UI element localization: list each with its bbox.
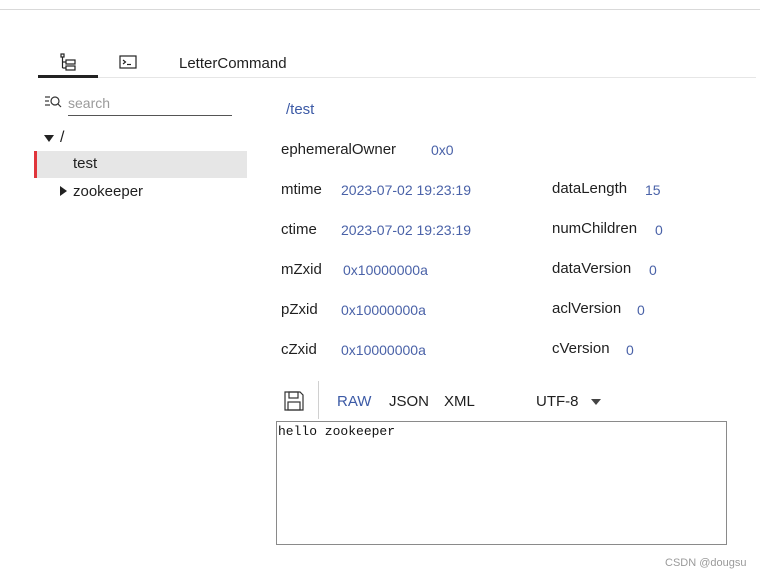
stat-value-data-version: 0 <box>649 262 657 278</box>
stat-label-mtime: mtime <box>281 181 322 198</box>
search-icon <box>45 96 62 108</box>
stat-label-data-length: dataLength <box>552 180 628 197</box>
tree-node-label: test <box>73 155 98 172</box>
encoding-select[interactable]: UTF-8 <box>536 393 601 410</box>
format-raw-button[interactable]: RAW <box>337 393 371 410</box>
stat-value-cversion: 0 <box>626 342 634 358</box>
save-icon <box>284 391 304 411</box>
format-xml-button[interactable]: XML <box>444 393 475 410</box>
format-json-button[interactable]: JSON <box>389 393 429 410</box>
stat-value-mzxid: 0x10000000a <box>343 262 428 278</box>
stat-value-ctime: 2023-07-02 19:23:19 <box>341 222 471 238</box>
tree-node-root[interactable]: / <box>44 127 64 149</box>
stat-label-czxid: cZxid <box>281 341 317 358</box>
data-editor[interactable]: hello zookeeper <box>276 421 727 545</box>
search-box <box>44 91 232 116</box>
active-tab-indicator <box>38 75 98 78</box>
tree-node-test[interactable]: test <box>34 151 247 178</box>
stat-label-mzxid: mZxid <box>281 261 322 278</box>
stat-label-ctime: ctime <box>281 221 317 238</box>
top-divider <box>0 9 760 10</box>
tree-node-zookeeper[interactable]: zookeeper <box>60 180 143 202</box>
stat-label-ephemeral-owner: ephemeralOwner <box>281 141 397 158</box>
stat-label-data-version: dataVersion <box>552 260 632 277</box>
terminal-icon <box>119 55 137 69</box>
stat-label-num-children: numChildren <box>552 220 638 237</box>
stat-label-pzxid: pZxid <box>281 301 318 318</box>
tab-tree-view[interactable] <box>58 52 78 72</box>
stat-value-czxid: 0x10000000a <box>341 342 426 358</box>
stat-value-acl-version: 0 <box>637 302 645 318</box>
search-input[interactable] <box>68 91 232 116</box>
tree-node-label: zookeeper <box>73 182 144 200</box>
tree-node-label: / <box>60 129 65 146</box>
save-button[interactable] <box>283 390 305 412</box>
toolbar-divider <box>318 381 319 419</box>
tree-icon <box>60 53 76 71</box>
tab-terminal[interactable] <box>118 52 138 72</box>
tab-bar: LetterCommand <box>38 50 756 78</box>
stat-label-acl-version: aclVersion <box>552 300 622 317</box>
encoding-value: UTF-8 <box>536 393 579 410</box>
node-path: /test <box>286 101 315 118</box>
tab-letter-command[interactable]: LetterCommand <box>179 55 287 72</box>
chevron-right-icon[interactable] <box>60 186 67 196</box>
stat-value-pzxid: 0x10000000a <box>341 302 426 318</box>
stat-value-num-children: 0 <box>655 222 663 238</box>
chevron-down-icon[interactable] <box>44 134 54 142</box>
stat-label-cversion: cVersion <box>552 340 610 357</box>
stat-value-mtime: 2023-07-02 19:23:19 <box>341 182 471 198</box>
watermark: CSDN @dougsu <box>665 557 747 569</box>
stat-value-ephemeral-owner: 0x0 <box>431 142 454 158</box>
caret-down-icon <box>590 398 601 405</box>
stat-value-data-length: 15 <box>645 182 661 198</box>
